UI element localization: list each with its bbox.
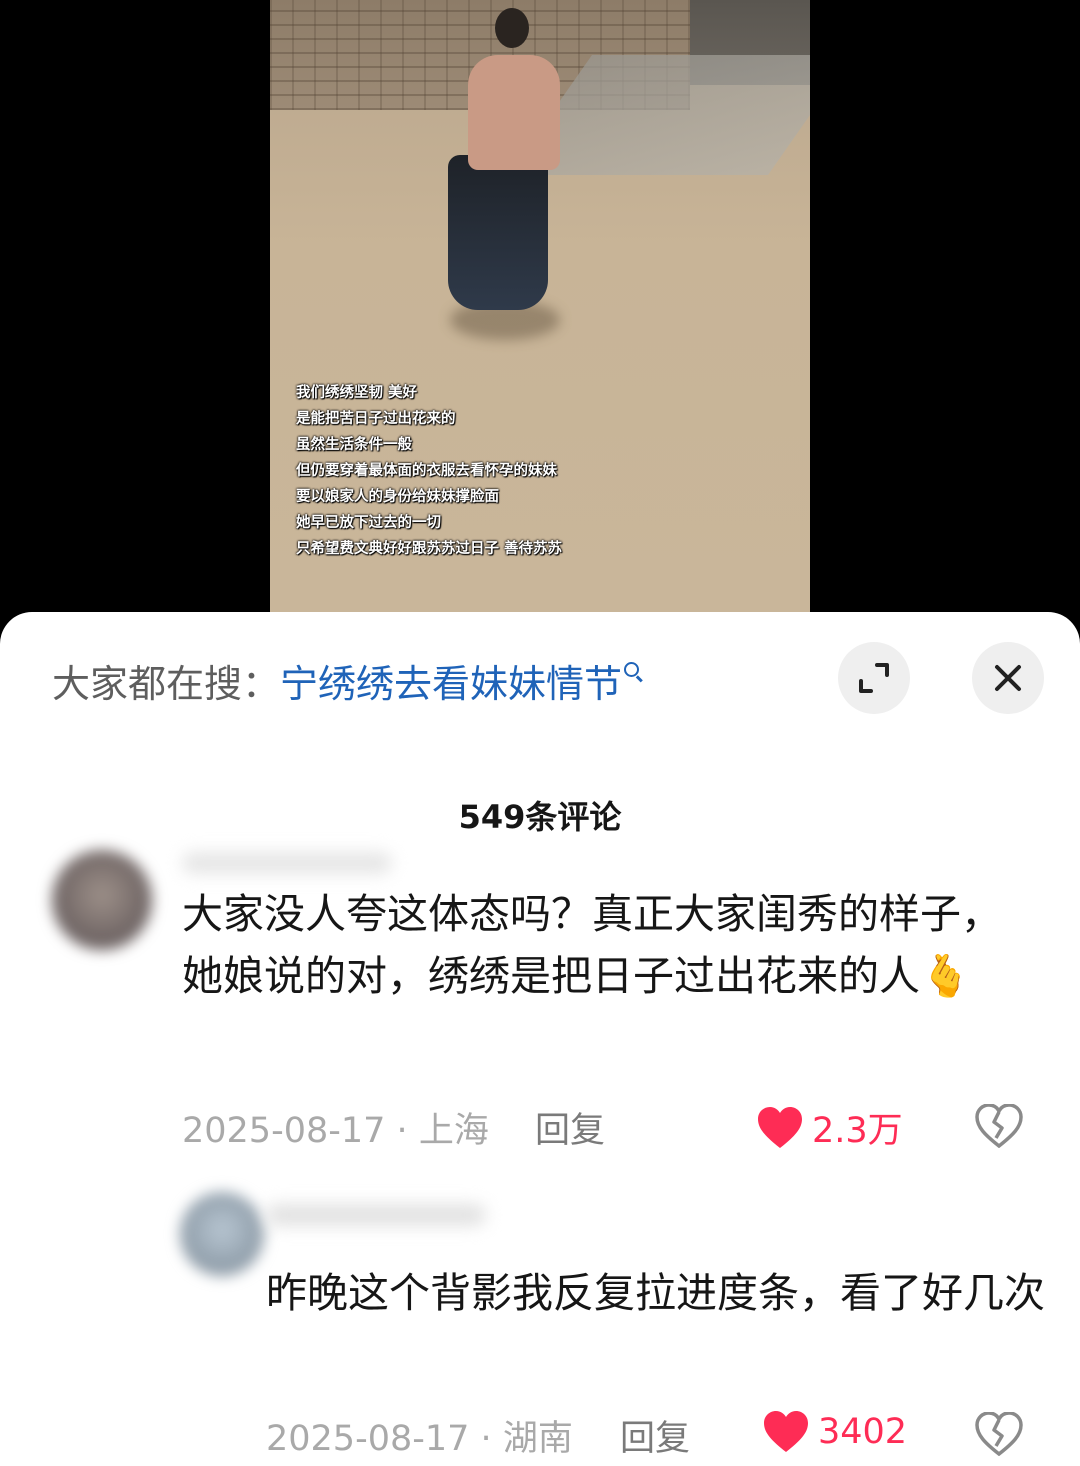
trending-search-term[interactable]: 宁绣绣去看妹妹情节: [280, 653, 622, 708]
figure-skirt: [448, 155, 548, 310]
username-blurred[interactable]: [266, 1204, 486, 1226]
comments-sheet: 大家都在搜： 宁绣绣去看妹妹情节 549条评论 大家没人夸这体态吗？真正大家闺秀…: [0, 612, 1080, 1466]
figure-jacket: [468, 55, 560, 170]
subtitle-line: 但仍要穿着最体面的衣服去看怀孕的妹妹: [296, 463, 557, 479]
subtitle-line: 要以娘家人的身份给妹妹撑脸面: [296, 489, 499, 505]
like-count: 2.3万: [812, 1111, 903, 1151]
like-button[interactable]: 2.3万: [756, 1102, 903, 1153]
comment-meta: 2025-08-17 · 湖南: [266, 1419, 573, 1459]
comment-text: 昨晚这个背影我反复拉进度条，看了好几次: [266, 1269, 1045, 1317]
expand-icon: [859, 663, 889, 693]
video-subtitles: 我们绣绣坚韧 美好 是能把苦日子过出花来的 虽然生活条件一般 但仍要穿着最体面的…: [296, 380, 562, 562]
video-player[interactable]: 我们绣绣坚韧 美好 是能把苦日子过出花来的 虽然生活条件一般 但仍要穿着最体面的…: [0, 0, 1080, 640]
subtitle-line: 只希望费文典好好跟苏苏过日子 善待苏苏: [296, 541, 563, 557]
heart-icon: [758, 1106, 802, 1148]
comment-count: 549条评论: [458, 798, 622, 836]
trending-search-prefix: 大家都在搜：: [52, 661, 281, 706]
comment-location: 上海: [418, 1111, 489, 1151]
comment-date: 2025-08-17: [182, 1111, 386, 1151]
avatar[interactable]: [180, 1192, 264, 1276]
figure-head: [495, 8, 529, 48]
avatar[interactable]: [52, 850, 152, 950]
comment-meta: 2025-08-17 · 上海: [182, 1111, 489, 1151]
broken-heart-icon[interactable]: [975, 1104, 1023, 1148]
subtitle-line: 虽然生活条件一般: [296, 437, 412, 453]
comment-date: 2025-08-17: [266, 1419, 470, 1459]
like-button[interactable]: 3402: [762, 1410, 907, 1454]
search-icon[interactable]: [622, 660, 646, 700]
video-frame[interactable]: 我们绣绣坚韧 美好 是能把苦日子过出花来的 虽然生活条件一般 但仍要穿着最体面的…: [270, 0, 810, 620]
username-blurred[interactable]: [182, 852, 392, 874]
close-button[interactable]: [972, 642, 1044, 714]
like-count: 3402: [818, 1412, 908, 1452]
trending-search[interactable]: 大家都在搜： 宁绣绣去看妹妹情节: [52, 650, 646, 710]
comment-text: 大家没人夸这体态吗？真正大家闺秀的样子，她娘说的对，绣绣是把日子过出花来的人🫰: [182, 890, 1002, 1000]
heart-icon: [764, 1411, 808, 1452]
subtitle-line: 我们绣绣坚韧 美好: [296, 385, 418, 401]
comment-location: 湖南: [502, 1419, 573, 1459]
expand-button[interactable]: [838, 642, 910, 714]
broken-heart-icon[interactable]: [975, 1412, 1023, 1456]
reply-button[interactable]: 回复: [620, 1410, 690, 1461]
close-icon: [995, 665, 1021, 691]
reply-button[interactable]: 回复: [535, 1102, 605, 1153]
subtitle-line: 是能把苦日子过出花来的: [296, 411, 456, 427]
subtitle-line: 她早已放下过去的一切: [296, 515, 441, 531]
